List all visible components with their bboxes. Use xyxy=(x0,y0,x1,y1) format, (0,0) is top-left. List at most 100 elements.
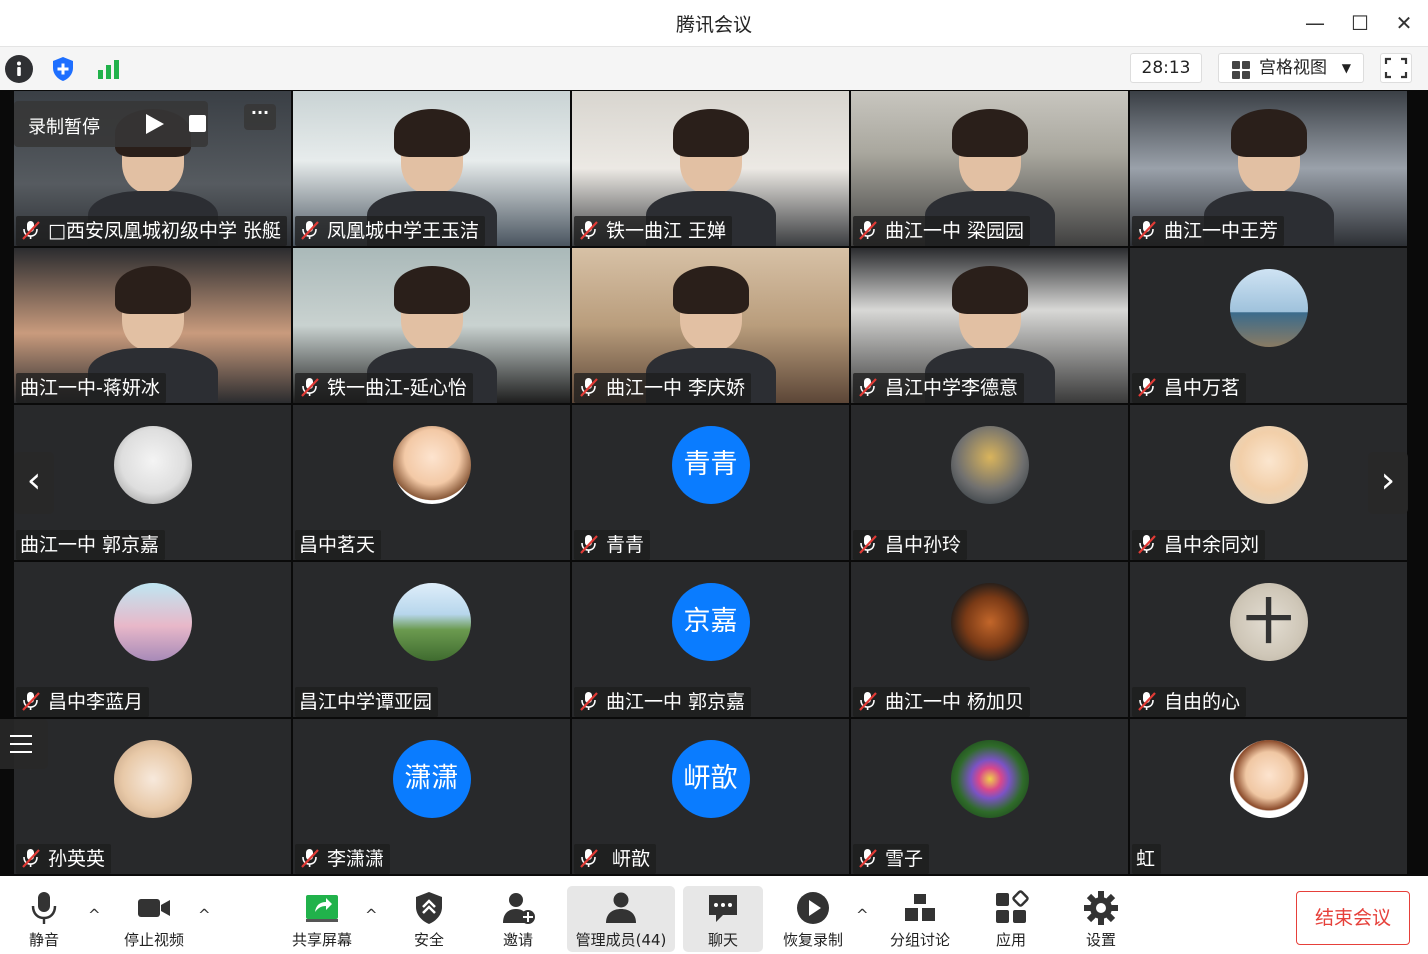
breakout-rooms-button[interactable]: 分组讨论 xyxy=(884,886,956,952)
participant-name-text: 昌中李蓝月 xyxy=(48,691,144,713)
next-page-button[interactable]: › xyxy=(1368,452,1408,514)
security-button[interactable]: 安全 xyxy=(400,886,458,952)
participant-tile[interactable]: 曲江一中 杨加贝 xyxy=(851,562,1128,717)
participant-name: 李潇潇 xyxy=(295,844,391,874)
apps-button[interactable]: 应用 xyxy=(982,886,1040,952)
grid-view-icon xyxy=(1232,61,1250,79)
resume-recording-button[interactable]: 恢复录制 xyxy=(775,886,851,952)
mute-button[interactable]: 静音 xyxy=(14,886,74,952)
settings-button[interactable]: 设置 xyxy=(1072,886,1130,952)
end-meeting-button[interactable]: 结束会议 xyxy=(1296,891,1410,945)
participant-tile[interactable]: 昌中孙玲 xyxy=(851,405,1128,560)
participant-tile[interactable]: 昌中余同刘 xyxy=(1130,405,1407,560)
participant-tile[interactable]: 潇潇 李潇潇 xyxy=(293,719,570,874)
participant-tile[interactable]: 昌中茗天 xyxy=(293,405,570,560)
participant-hair xyxy=(393,109,470,157)
mic-muted-icon xyxy=(578,533,600,555)
participant-name: □西安凤凰城初级中学 张艇 xyxy=(16,216,287,246)
participant-name: 昌中余同刘 xyxy=(1132,530,1266,560)
minimize-button[interactable]: — xyxy=(1300,8,1330,38)
mic-muted-icon xyxy=(857,376,879,398)
participant-tile[interactable]: 昌中李蓝月 xyxy=(14,562,291,717)
member-list-toggle[interactable] xyxy=(0,719,48,769)
resume-recording-icon[interactable] xyxy=(146,114,164,134)
participant-name: 曲江一中 李庆娇 xyxy=(574,373,752,403)
participant-tile[interactable]: 孙英英 xyxy=(14,719,291,874)
participant-name-text: 昌江中学李德意 xyxy=(885,377,1019,399)
info-icon[interactable] xyxy=(5,55,33,83)
participant-tile[interactable]: 凤凰城中学王玉洁 xyxy=(293,91,570,246)
participant-name: 曲江一中 杨加贝 xyxy=(853,687,1031,717)
chat-label: 聊天 xyxy=(707,931,738,949)
mic-muted-icon xyxy=(578,376,600,398)
participant-tile[interactable]: 昌中万茗 xyxy=(1130,248,1407,403)
chevron-up-icon[interactable]: ^ xyxy=(856,906,869,924)
maximize-button[interactable]: ☐ xyxy=(1345,8,1375,38)
grid-view-dropdown[interactable]: 宫格视图 ▼ xyxy=(1218,53,1364,83)
participant-tile[interactable]: 昌江中学谭亚园 xyxy=(293,562,570,717)
close-button[interactable]: ✕ xyxy=(1389,8,1419,38)
pinwheel-avatar-icon xyxy=(950,740,1029,818)
avatar: 岍歆 xyxy=(671,740,750,818)
mic-muted-icon xyxy=(857,690,879,712)
participant-tile[interactable]: 铁一曲江-延心怡 xyxy=(293,248,570,403)
stop-recording-icon[interactable] xyxy=(189,115,206,132)
participant-name-text: 雪子 xyxy=(885,848,924,870)
signal-icon[interactable] xyxy=(95,55,123,83)
share-screen-icon xyxy=(304,890,340,926)
manage-members-button[interactable]: 管理成员(44) xyxy=(567,886,675,952)
chat-button[interactable]: 聊天 xyxy=(683,886,763,952)
participant-name: 青青 xyxy=(574,530,651,560)
avatar: 京嘉 xyxy=(671,583,750,661)
participant-name: 昌中茗天 xyxy=(295,530,382,560)
participant-name-text: 昌中余同刘 xyxy=(1164,534,1260,556)
participant-tile[interactable]: 虹 xyxy=(1130,719,1407,874)
settings-label: 设置 xyxy=(1085,931,1116,949)
participant-tile[interactable]: 京嘉 曲江一中 郭京嘉 xyxy=(572,562,849,717)
chevron-up-icon[interactable]: ^ xyxy=(365,906,378,924)
mic-muted-icon xyxy=(857,533,879,555)
participant-name: 铁一曲江 王婵 xyxy=(574,216,733,246)
mic-muted-icon xyxy=(578,690,600,712)
meeting-controls: 静音 ^ 停止视频 ^ 共享屏幕 ^ 安全 邀请 管理成员(44) 聊天 恢复录… xyxy=(0,876,1428,954)
participant-name-text: 曲江一中-蒋妍冰 xyxy=(20,377,160,399)
shield-icon[interactable] xyxy=(49,55,77,83)
participant-name: 曲江一中-蒋妍冰 xyxy=(16,373,166,403)
participant-tile[interactable]: 曲江一中-蒋妍冰 xyxy=(14,248,291,403)
participant-tile[interactable]: 曲江一中王芳 xyxy=(1130,91,1407,246)
mic-muted-icon xyxy=(578,219,600,241)
gear-icon xyxy=(1083,890,1119,926)
chevron-up-icon[interactable]: ^ xyxy=(88,906,101,924)
participant-tile[interactable]: 十自由的心 xyxy=(1130,562,1407,717)
participant-name-text: 铁一曲江 王婵 xyxy=(606,220,727,242)
share-screen-button[interactable]: 共享屏幕 xyxy=(284,886,360,952)
avatar: 青青 xyxy=(671,426,750,504)
participant-name-text: □西安凤凰城初级中学 张艇 xyxy=(48,220,281,242)
snow-bear-avatar-icon xyxy=(113,426,192,504)
participant-hair xyxy=(672,109,749,157)
participant-tile[interactable]: 昌江中学李德意 xyxy=(851,248,1128,403)
anime-girl-avatar-icon xyxy=(113,583,192,661)
mic-muted-icon xyxy=(1136,219,1158,241)
fullscreen-button[interactable] xyxy=(1380,53,1412,83)
wedding-avatar-icon xyxy=(392,583,471,661)
invite-button[interactable]: 邀请 xyxy=(488,886,548,952)
participant-tile[interactable]: 曲江一中 李庆娇 xyxy=(572,248,849,403)
participant-tile[interactable]: 雪子 xyxy=(851,719,1128,874)
participant-tile[interactable]: 曲江一中 梁园园 xyxy=(851,91,1128,246)
more-options-button[interactable]: ··· xyxy=(244,104,276,130)
participant-tile[interactable]: 曲江一中 郭京嘉 xyxy=(14,405,291,560)
recording-control-bar: 录制暂停 xyxy=(14,101,208,147)
participant-name: 铁一曲江-延心怡 xyxy=(295,373,473,403)
stop-video-button[interactable]: 停止视频 xyxy=(116,886,192,952)
participant-tile[interactable]: 岍歆 岍歆 xyxy=(572,719,849,874)
participant-tile[interactable]: 青青 青青 xyxy=(572,405,849,560)
fullscreen-icon xyxy=(1384,57,1408,79)
chevron-up-icon[interactable]: ^ xyxy=(198,906,211,924)
participant-name-text: 昌江中学谭亚园 xyxy=(299,691,433,713)
microphone-icon xyxy=(26,890,62,926)
participant-name: 昌中李蓝月 xyxy=(16,687,150,717)
prev-page-button[interactable]: ‹ xyxy=(14,452,54,514)
participant-name-text: 曲江一中王芳 xyxy=(1164,220,1279,242)
participant-tile[interactable]: 铁一曲江 王婵 xyxy=(572,91,849,246)
